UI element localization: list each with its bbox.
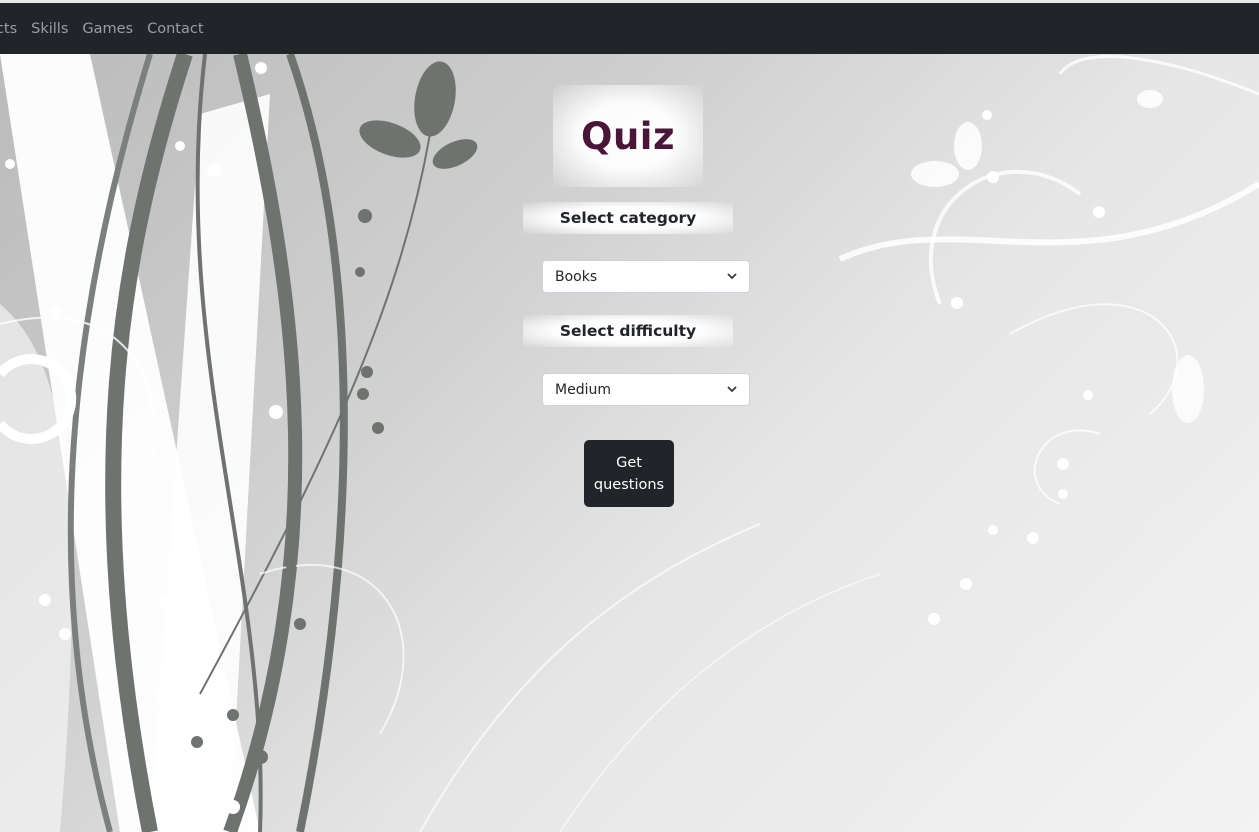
- navbar: ects Skills Games Contact: [0, 3, 1259, 54]
- nav-link-skills[interactable]: Skills: [31, 21, 68, 37]
- get-questions-button[interactable]: Get questions: [584, 440, 674, 507]
- nav-link-contact[interactable]: Contact: [147, 21, 203, 37]
- nav-link-games[interactable]: Games: [82, 21, 133, 37]
- category-label-panel: Select category: [523, 202, 733, 234]
- category-select-value: Books: [555, 268, 598, 285]
- difficulty-label-panel: Select difficulty: [523, 315, 733, 347]
- nav-link-projects[interactable]: ects: [0, 21, 17, 37]
- page-title: Quiz: [580, 114, 675, 158]
- chevron-down-icon: [727, 272, 737, 282]
- difficulty-label: Select difficulty: [559, 322, 697, 340]
- title-panel: Quiz: [553, 85, 703, 187]
- category-select[interactable]: Books: [542, 260, 750, 293]
- difficulty-select[interactable]: Medium: [542, 373, 750, 406]
- difficulty-select-value: Medium: [555, 381, 611, 398]
- chevron-down-icon: [727, 385, 737, 395]
- category-label: Select category: [559, 209, 697, 227]
- get-questions-button-label: Get questions: [593, 454, 665, 493]
